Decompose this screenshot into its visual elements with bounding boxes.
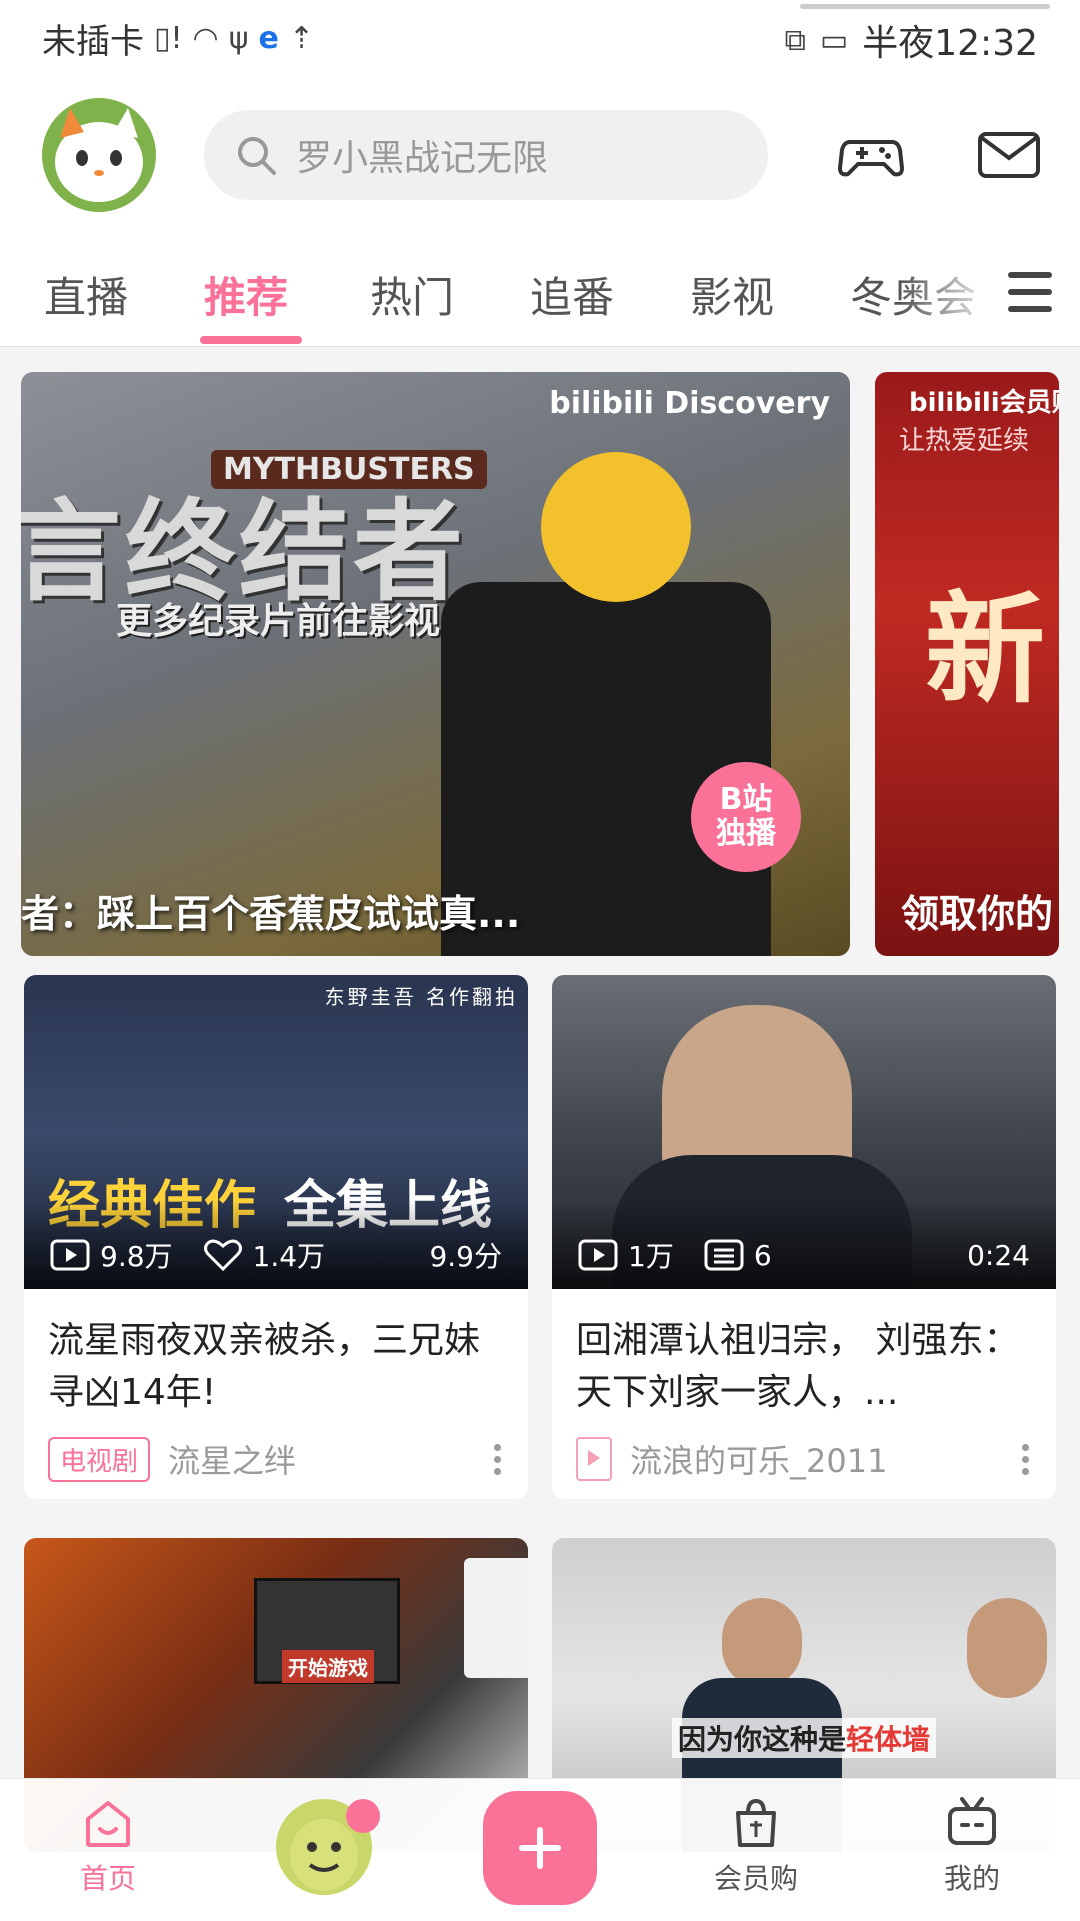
play-count: 9.8万 [100,1240,173,1273]
nav-home[interactable]: 首页 [48,1795,168,1897]
search-icon [238,137,276,175]
video-card[interactable]: 1万 6 0:24 回湘潭认祖归宗， 刘强东：天下刘家一家人，... 流浪的可乐… [552,975,1056,1499]
nav-mine-label: 我的 [943,1862,1000,1895]
video-thumbnail: 东野圭吾 名作翻拍 经典佳作 全集上线 9.8万 1.4万 9.9分 [24,975,528,1289]
play-count-icon [50,1239,90,1271]
tab-hot[interactable]: 热门 [370,264,454,325]
video-upload-icon [576,1437,612,1481]
play-count-icon [578,1239,618,1271]
game-center-icon[interactable] [836,120,906,190]
nav-mall-label: 会员购 [713,1862,798,1895]
banner-caption: 者：踩上百个香蕉皮试试真... [21,892,521,936]
status-bar: 未插卡 ▯! ◠ ψ e ⇡ ⧉ ▭ 半夜12:32 [0,0,1080,76]
comment-count: 6 [753,1238,772,1272]
clock: 半夜12:32 [862,23,1038,64]
browser-icon: e [258,21,279,56]
wifi-icon: ◠ [192,21,219,56]
nav-home-label: 首页 [79,1862,136,1895]
tab-movies[interactable]: 影视 [690,264,774,325]
banner-next[interactable]: bilibili会员购 让热爱延续 新 领取你的 [875,372,1059,956]
nav-dynamic-badge [346,1799,380,1833]
banner-next-slogan: 让热爱延续 [899,426,1030,456]
home-icon [86,1801,130,1847]
more-options-icon[interactable] [1022,1439,1032,1480]
nav-mine[interactable]: 我的 [912,1795,1032,1897]
banner-helmet [541,452,691,602]
bottom-navigation: 首页 会员购 我的 [0,1778,1080,1921]
cast-icon: ⧉ [784,22,806,58]
like-icon [203,1239,242,1272]
sim-alert-icon: ▯! [154,21,183,56]
video-thumbnail: 1万 6 0:24 [552,975,1056,1289]
message-icon[interactable] [974,120,1044,190]
banner-next-big: 新 [925,581,1045,720]
tab-anime[interactable]: 追番 [530,264,614,325]
tv-icon [948,1797,996,1845]
category-tag: 电视剧 [48,1436,151,1482]
active-tab-indicator [200,336,302,344]
thumb-subtitle: 因为你这种是轻体墙 [672,1718,937,1758]
like-count: 1.4万 [252,1240,326,1273]
more-options-icon[interactable] [494,1439,504,1480]
comment-icon [704,1239,744,1271]
video-title: 回湘潭认祖归宗， 刘强东：天下刘家一家人，... [576,1320,1020,1413]
play-count: 1万 [628,1240,674,1273]
score: 9.9分 [429,1240,502,1273]
shopping-bag-icon [736,1798,776,1847]
video-source: 流星之绊 [168,1442,297,1480]
duration: 0:24 [967,1238,1030,1272]
nav-mall[interactable]: 会员购 [696,1795,816,1897]
banner-logos: bilibili Discovery [549,386,830,421]
top-header: 罗小黑战记无限 [0,76,1080,236]
carrier-text: 未插卡 [42,22,144,62]
exclusive-badge: B站 独播 [691,762,801,872]
category-tabs: 直播 推荐 热门 追番 影视 冬奥会 [0,236,1080,347]
menu-icon[interactable] [1008,272,1052,312]
banner-next-brand: bilibili会员购 [909,388,1059,418]
gesture-indicator [800,4,1050,9]
plus-icon [519,1827,561,1869]
tab-live[interactable]: 直播 [44,264,128,325]
tab-recommend[interactable]: 推荐 [204,264,288,325]
publish-button[interactable] [483,1791,597,1905]
search-placeholder: 罗小黑战记无限 [296,138,549,179]
banner-next-caption: 领取你的 [901,892,1054,936]
battery-icon: ▭ [819,22,849,58]
video-title: 流星雨夜双亲被杀，三兄妹寻凶14年! [48,1320,481,1413]
user-avatar[interactable] [42,98,156,212]
video-card[interactable]: 东野圭吾 名作翻拍 经典佳作 全集上线 9.8万 1.4万 9.9分 流星雨夜双… [24,975,528,1499]
banner-show-badge: MYTHBUSTERS [211,450,487,489]
video-source: 流浪的可乐_2011 [630,1442,888,1480]
banner-subtitle: 更多纪录片前往影视 [116,601,441,642]
banner-main[interactable]: 言终结者 MYTHBUSTERS 更多纪录片前往影视 bilibili Disc… [21,372,850,956]
tabs-fade [900,236,1000,342]
thumb-top-caption: 东野圭吾 名作翻拍 [324,985,518,1009]
upload-icon: ⇡ [288,21,315,56]
thumb-game-text: 开始游戏 [282,1650,374,1683]
usb-icon: ψ [228,21,249,56]
search-bar[interactable]: 罗小黑战记无限 [204,110,768,200]
